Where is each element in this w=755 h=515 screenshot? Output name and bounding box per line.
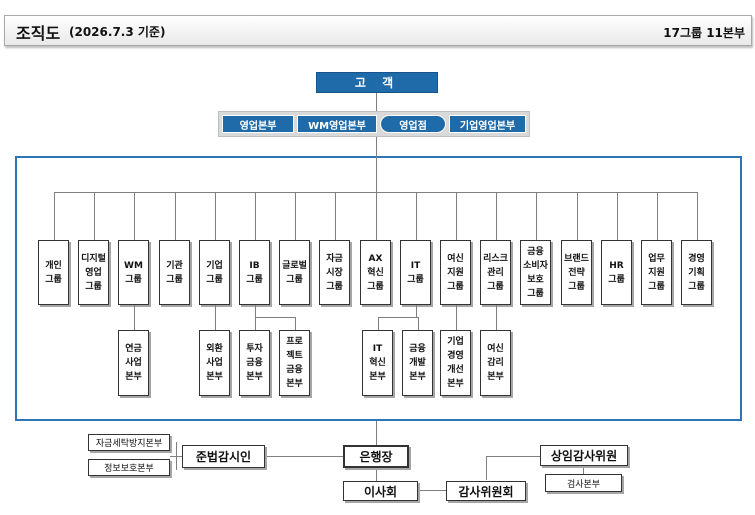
board-box: 이사회 bbox=[343, 481, 418, 501]
division-box: 기업 경영 개선 본부 bbox=[440, 330, 471, 396]
customer-box: 고 객 bbox=[316, 72, 438, 93]
standing-auditor-box: 상임감사위원 bbox=[540, 445, 628, 466]
group-box: 여신 지원 그룹 bbox=[440, 240, 471, 305]
group-box: 업무 지원 그룹 bbox=[641, 240, 672, 305]
connector-group-3 bbox=[175, 192, 176, 240]
connector-compliance-ceo bbox=[265, 456, 343, 457]
connector-group-13 bbox=[577, 192, 578, 240]
connector-group-4 bbox=[215, 192, 216, 240]
channel-wm-sales-hq: WM영업본부 bbox=[297, 115, 377, 133]
connector-group-16 bbox=[697, 192, 698, 240]
audit-division-box: 검사본부 bbox=[545, 474, 622, 492]
compliance-officer-box: 준법감시인 bbox=[182, 445, 265, 468]
connector-sub-horizontal-9 bbox=[378, 317, 419, 318]
connector-sub-horizontal-5 bbox=[255, 317, 296, 318]
group-box: 자금 시장 그룹 bbox=[319, 240, 350, 305]
ceo-box: 은행장 bbox=[343, 445, 409, 468]
division-box: 여신 감리 본부 bbox=[480, 330, 511, 396]
group-box: 기관 그룹 bbox=[159, 240, 190, 305]
group-box: AX 혁신 그룹 bbox=[360, 240, 391, 305]
connector-customer bbox=[376, 93, 377, 111]
connector-standing-horizontal bbox=[486, 456, 540, 457]
group-box: 경영 기획 그룹 bbox=[681, 240, 712, 305]
group-box: 기업 그룹 bbox=[199, 240, 230, 305]
group-count: 17그룹 11본부 bbox=[663, 26, 745, 40]
division-box: 프로 젝트 금융 본부 bbox=[279, 330, 310, 396]
connector-sub-5-0 bbox=[255, 317, 256, 330]
group-box: 디지털 영업 그룹 bbox=[78, 240, 109, 305]
connector-group-9 bbox=[416, 192, 417, 240]
group-box: 개인 그룹 bbox=[38, 240, 69, 305]
connector-ceo-board bbox=[376, 468, 377, 481]
connector-standing-audit-division bbox=[583, 466, 584, 474]
group-box: IT 그룹 bbox=[400, 240, 431, 305]
channel-sales-hq: 영업본부 bbox=[222, 115, 294, 133]
channel-branch: 영업점 bbox=[380, 115, 446, 133]
connector-sub-9-1 bbox=[418, 317, 419, 330]
connector-group-2 bbox=[134, 192, 135, 240]
group-box: 브랜드 전략 그룹 bbox=[561, 240, 592, 305]
connector-group-15 bbox=[657, 192, 658, 240]
group-box: IB 그룹 bbox=[239, 240, 270, 305]
page-subtitle: (2026.7.3 기준) bbox=[69, 25, 166, 39]
audit-committee-box: 감사위원회 bbox=[446, 481, 526, 501]
connector-group-8 bbox=[376, 192, 377, 240]
connector-group-1 bbox=[94, 192, 95, 240]
channel-corporate-sales-hq: 기업영업본부 bbox=[449, 115, 526, 133]
connector-sub-10 bbox=[456, 305, 457, 330]
connector-sub-5-1 bbox=[295, 317, 296, 330]
division-box: 연금 사업 본부 bbox=[118, 330, 149, 396]
connector-group-12 bbox=[536, 192, 537, 240]
connector-group-7 bbox=[335, 192, 336, 240]
connector-sub-2 bbox=[134, 305, 135, 330]
connector-channel-frame bbox=[376, 137, 377, 156]
connector-compliance-vertical bbox=[176, 442, 177, 470]
group-box: HR 그룹 bbox=[601, 240, 632, 305]
connector-group-6 bbox=[295, 192, 296, 240]
group-box: 리스크 관리 그룹 bbox=[480, 240, 511, 305]
connector-sub-4 bbox=[215, 305, 216, 330]
connector-sub-9-0 bbox=[378, 317, 379, 330]
connector-sub-5 bbox=[255, 305, 256, 317]
group-box: WM 그룹 bbox=[118, 240, 149, 305]
group-box: 글로벌 그룹 bbox=[279, 240, 310, 305]
division-box: 금융 개발 본부 bbox=[402, 330, 433, 396]
division-box: 외환 사업 본부 bbox=[199, 330, 230, 396]
connector-group-5 bbox=[255, 192, 256, 240]
connector-audit-standing bbox=[486, 456, 487, 480]
connector-group-10 bbox=[456, 192, 457, 240]
connector-frame-ceo bbox=[376, 421, 377, 445]
connector-sub-11 bbox=[496, 305, 497, 330]
group-box: 금융 소비자 보호 그룹 bbox=[520, 240, 551, 305]
aml-division-box: 자금세탁방지본부 bbox=[88, 434, 170, 451]
connector-group-11 bbox=[496, 192, 497, 240]
division-box: 투자 금융 본부 bbox=[239, 330, 270, 396]
info-protection-division-box: 정보보호본부 bbox=[88, 459, 170, 476]
connector-group-0 bbox=[54, 192, 55, 240]
connector-sub-9 bbox=[416, 305, 417, 317]
page-title: 조직도 bbox=[16, 24, 61, 43]
connector-frame-groups bbox=[376, 156, 377, 192]
connector-board-audit bbox=[418, 490, 446, 491]
connector-group-14 bbox=[617, 192, 618, 240]
division-box: IT 혁신 본부 bbox=[362, 330, 393, 396]
